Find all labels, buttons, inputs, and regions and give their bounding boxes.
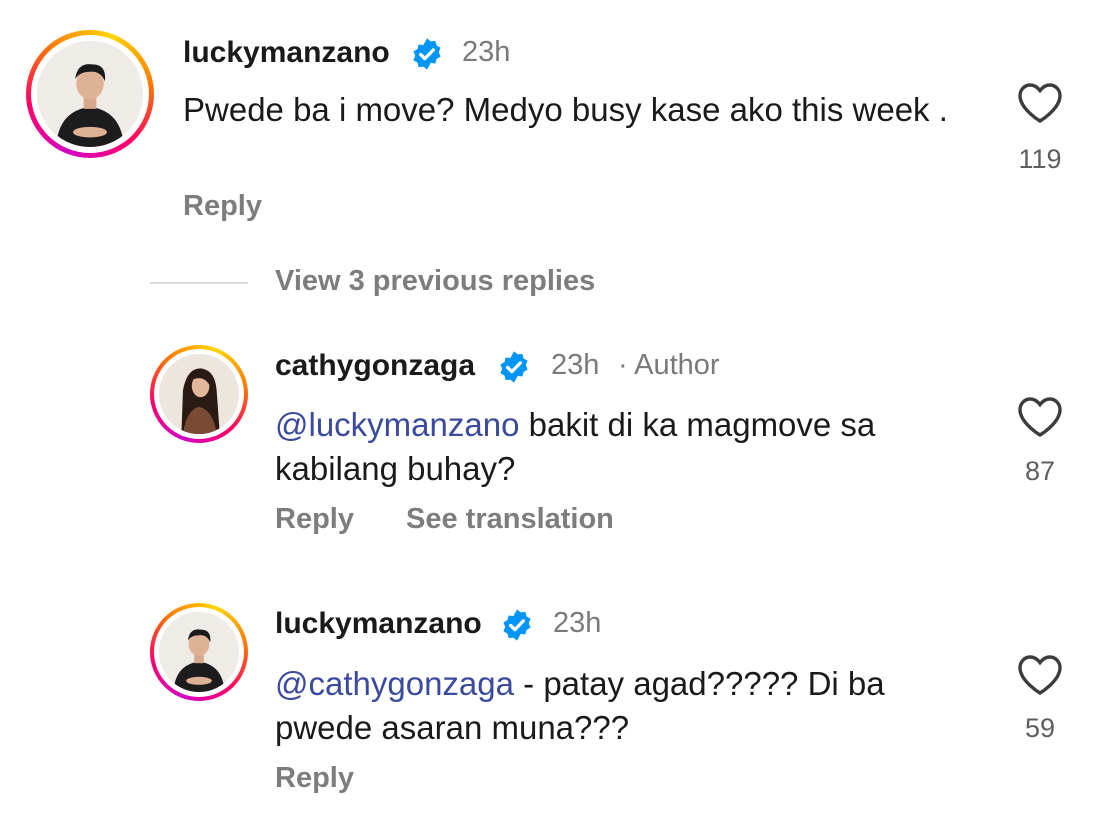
comment-timestamp: 23h: [551, 349, 600, 381]
avatar[interactable]: [150, 345, 248, 443]
avatar[interactable]: [26, 30, 154, 158]
woman-portrait-icon: [159, 354, 239, 434]
reply-button[interactable]: Reply: [183, 190, 262, 223]
replies-divider: [150, 282, 248, 284]
view-previous-replies-button[interactable]: View 3 previous replies: [275, 265, 595, 298]
verified-badge-icon: [413, 38, 441, 70]
man-portrait-icon: [159, 612, 239, 692]
verified-badge-icon: [500, 351, 528, 383]
verified-badge-icon: [503, 609, 531, 641]
comment-timestamp: 23h: [462, 36, 511, 68]
reply-button[interactable]: Reply: [275, 762, 354, 795]
comment-text: @cathygonzaga - patay agad????? Di ba pw…: [275, 662, 975, 750]
like-count: 119: [1018, 144, 1062, 174]
like-count: 87: [1024, 456, 1056, 486]
comment-timestamp: 23h: [553, 607, 602, 639]
like-count: 59: [1024, 713, 1056, 743]
comment-text: Pwede ba i move? Medyo busy kase ako thi…: [183, 91, 948, 128]
see-translation-button[interactable]: See translation: [406, 503, 614, 536]
author-label: · Author: [618, 349, 720, 381]
comment-text: @luckymanzano bakit di ka magmove sa kab…: [275, 403, 975, 491]
reply-button[interactable]: Reply: [275, 503, 354, 536]
avatar[interactable]: [150, 603, 248, 701]
heart-icon[interactable]: [1016, 80, 1064, 124]
mention-link[interactable]: @luckymanzano: [275, 406, 519, 443]
mention-link[interactable]: @cathygonzaga: [275, 665, 514, 702]
man-portrait-icon: [37, 41, 143, 147]
comment-username[interactable]: luckymanzano: [183, 36, 390, 70]
comment-username[interactable]: cathygonzaga: [275, 349, 475, 383]
heart-icon[interactable]: [1016, 652, 1064, 696]
comment-username[interactable]: luckymanzano: [275, 607, 482, 641]
heart-icon[interactable]: [1016, 394, 1064, 438]
